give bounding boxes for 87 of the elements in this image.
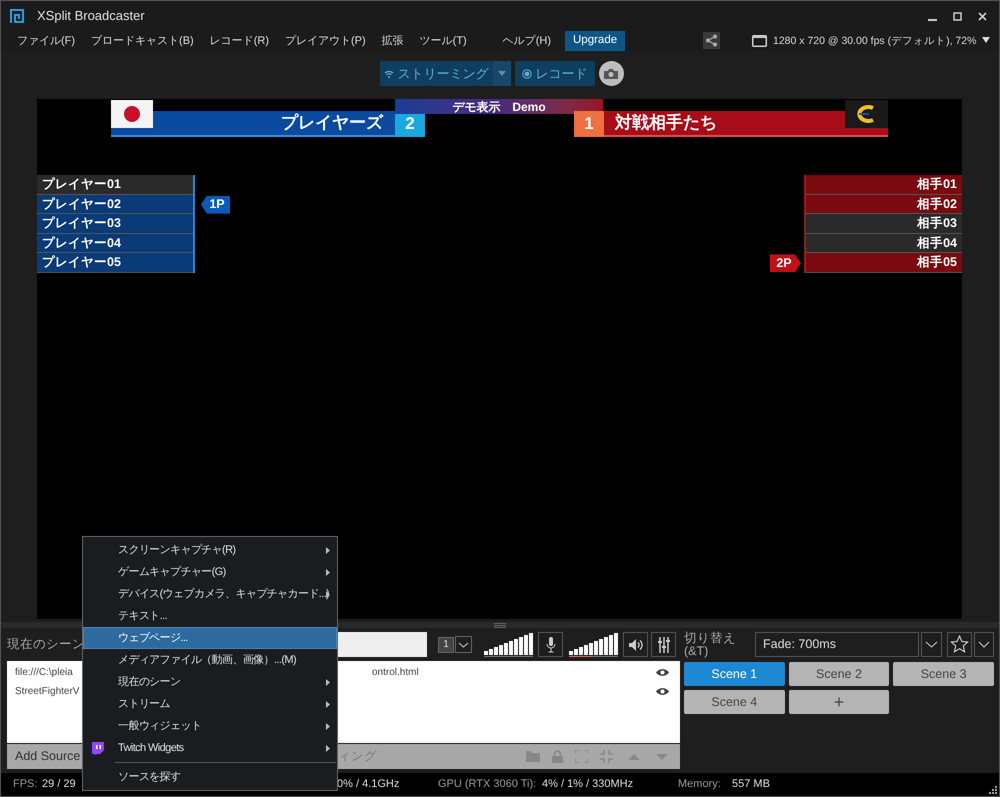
player-tag: 1P [201,196,230,214]
player-row: 相手05 [806,253,962,273]
demo-banner: デモ表示 Demo [395,99,603,114]
menu-item[interactable]: ストリーム [83,693,337,715]
menu-item[interactable]: 一般ウィジェット [83,715,337,737]
monitor-icon [752,35,767,47]
microphone-button[interactable] [538,632,563,657]
streaming-button[interactable]: ストリーミング [380,61,492,86]
chat-bubble-icon [91,742,104,755]
menu-item[interactable]: ゲームキャプチャー(G) [83,561,337,583]
resolution-label[interactable]: 1280 x 720 @ 30.00 fps (デフォルト), 72% [773,34,976,50]
camera-icon [604,68,618,79]
app-logo-icon [9,8,25,24]
speaker-button[interactable] [623,632,648,657]
memory-value: 557 MB [732,777,770,792]
level-meter-icon [569,632,618,656]
team-name: プレイヤーズ [111,111,395,137]
scene-button[interactable]: Scene 4 [684,690,785,714]
wifi-icon [384,70,394,78]
menu-item[interactable]: Twitch Widgets [83,737,337,759]
level-meter-icon [484,632,533,656]
window-title: XSplit Broadcaster [37,7,145,26]
snapshot-button[interactable] [598,61,624,86]
player-row: プレイヤー05 [37,253,193,273]
chevron-down-icon[interactable] [921,632,942,657]
transition-value: Fade: 700ms [763,636,836,654]
mixer-button[interactable] [651,632,676,657]
scene-button[interactable]: Scene 2 [788,662,890,686]
dropdown-arrow-icon[interactable] [982,37,990,43]
menu-item[interactable]: ヘルプ(H) [494,32,559,50]
caret-icon [498,71,506,76]
chevron-down-icon[interactable] [974,632,994,657]
add-scene-button[interactable]: + [788,690,890,714]
maximize-icon[interactable] [953,12,962,20]
streaming-dropdown-button[interactable] [492,61,510,86]
eye-icon[interactable] [656,668,669,677]
menu-item[interactable]: Upgrade [565,31,626,51]
player-tag: 2P [770,254,801,272]
menu-item[interactable]: ツール(T) [412,32,475,50]
speaker-icon [628,638,642,650]
menu-item[interactable]: ソースを探す [83,766,337,788]
scene-button[interactable]: Scene 3 [893,662,994,686]
flag-icon [111,100,153,128]
record-icon [522,68,532,78]
menu-item[interactable]: ファイル(F) [9,32,84,50]
fps-label: FPS: [13,777,38,792]
menu-item[interactable]: ウェブページ... [83,627,337,649]
player-row: 相手03 [806,214,962,234]
source-name[interactable]: StreetFighterV [15,684,80,699]
player-row: 相手02 [806,194,962,214]
menu-item[interactable]: 現在のシーン [83,671,337,693]
player-row: プレイヤー02 [37,194,193,214]
add-source-button[interactable]: Add Source [15,747,80,766]
player-row: プレイヤー04 [37,234,193,254]
share-icon[interactable] [703,32,720,49]
source-name[interactable]: ontrol.html [372,665,419,680]
menu-item[interactable]: メディアファイル（動画、画像）...(M) [83,649,337,671]
menu-item[interactable]: テキスト... [83,605,337,627]
memory-label: Memory: [678,777,721,792]
splitter-handle-icon[interactable] [494,622,506,628]
team-score: 1 [574,111,604,137]
menu-item[interactable]: スクリーンキャプチャ(R) [83,539,337,561]
menu-item[interactable]: プレイアウト(P) [277,32,374,50]
gpu-value: 4% / 1% / 330MHz [542,777,634,792]
transition-label: 切り替え (&T) [684,632,737,658]
menu-item[interactable]: ブロードキャスト(B) [83,32,202,50]
resize-grip-icon[interactable] [988,785,997,794]
menu-item[interactable]: 拡張 [374,32,412,50]
transition-dropdown[interactable]: Fade: 700ms [755,632,919,657]
player-row: 相手04 [806,234,962,254]
eye-icon[interactable] [656,687,669,696]
mixer-icon [658,636,670,652]
menu-item[interactable]: レコード(R) [202,32,277,50]
player-row: プレイヤー01 [37,175,193,195]
gpu-label: GPU (RTX 3060 Ti): [438,777,536,792]
scene-button[interactable]: Scene 1 [684,662,785,686]
team-name: 対戦相手たち [604,111,888,137]
scene-count-box[interactable]: 1 [438,636,454,652]
fps-value: 29 / 29 [42,777,76,792]
team-logo-icon [845,100,888,128]
record-button[interactable]: レコード [514,61,594,86]
source-name[interactable]: file:///C:\pleia [15,665,73,680]
player-row: 相手01 [806,175,962,195]
chevron-down-icon[interactable] [455,636,472,653]
microphone-icon [546,636,556,652]
player-row: プレイヤー03 [37,214,193,234]
close-icon[interactable] [978,12,987,20]
